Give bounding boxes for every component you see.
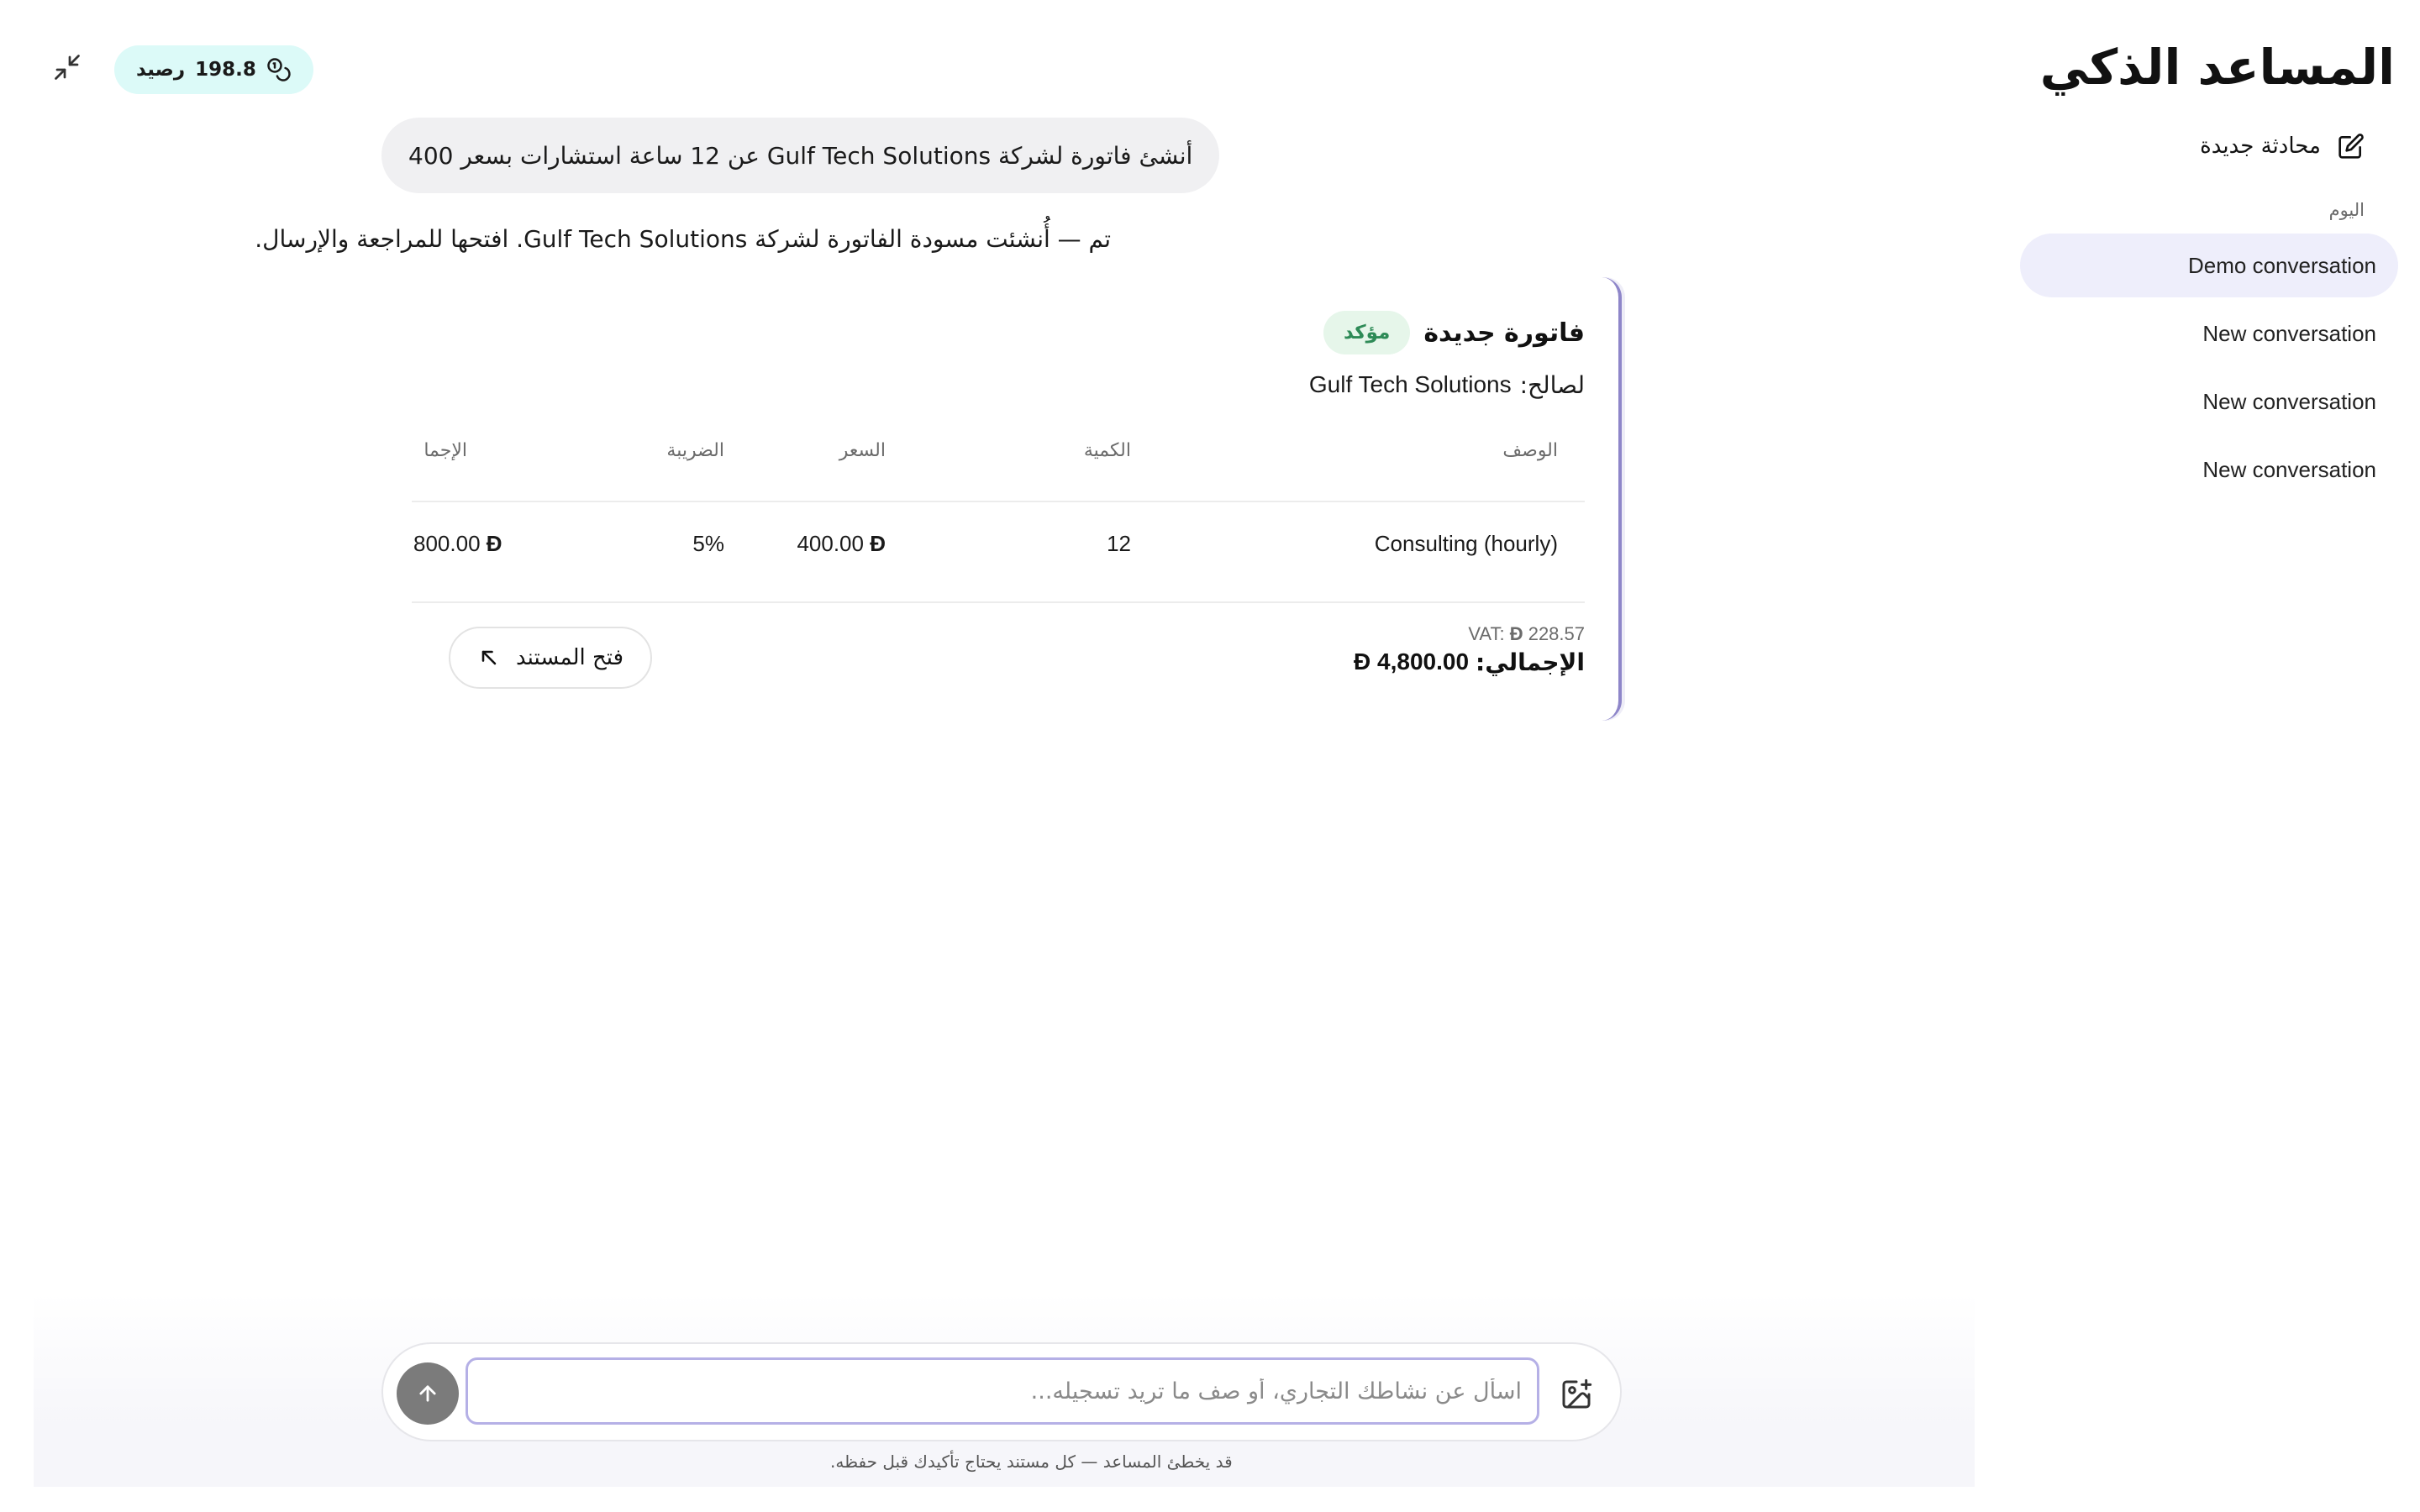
table-row: Consulting (hourly) 12 400.00 Đ 5% 800.0… bbox=[412, 502, 1585, 603]
arrow-up-left-icon bbox=[481, 650, 497, 665]
app-title: المساعد الذكي bbox=[2039, 39, 2396, 96]
table-header-row: الوصف الكمية السعر الضريبة الإجما bbox=[412, 440, 1585, 502]
new-chat-label: محادثة جديدة bbox=[2200, 134, 2321, 159]
send-button[interactable] bbox=[397, 1362, 459, 1425]
item-description: Consulting (hourly) bbox=[1374, 531, 1558, 556]
dirham-icon: Đ bbox=[486, 531, 502, 556]
invoice-title: فاتورة جديدة bbox=[1423, 318, 1585, 348]
sidebar: المساعد الذكي محادثة جديدة اليوم Demo co… bbox=[1966, 0, 2420, 1512]
vat-label: VAT: bbox=[1468, 623, 1505, 644]
collapse-icon[interactable] bbox=[52, 52, 82, 82]
user-message-text: أنشئ فاتورة لشركة Gulf Tech Solutions عن… bbox=[408, 141, 1193, 170]
customer-name: Gulf Tech Solutions bbox=[1308, 371, 1512, 397]
item-price: 400.00 Đ bbox=[797, 531, 886, 557]
arrow-up-icon bbox=[419, 1385, 436, 1402]
credit-badge[interactable]: 198.8 رصيد bbox=[114, 45, 313, 94]
open-document-label: فتح المستند bbox=[516, 645, 624, 670]
dirham-icon: Đ bbox=[1509, 623, 1523, 644]
conversation-item-demo[interactable]: Demo conversation bbox=[2020, 234, 2398, 297]
credit-value: 198.8 bbox=[195, 59, 256, 81]
message-composer bbox=[381, 1342, 1622, 1441]
user-message-bubble: أنشئ فاتورة لشركة Gulf Tech Solutions عن… bbox=[381, 118, 1220, 193]
invoice-customer: لصالح: Gulf Tech Solutions bbox=[1309, 371, 1585, 399]
status-badge: مؤكد bbox=[1323, 311, 1411, 354]
credit-label: رصيد bbox=[136, 59, 186, 81]
section-label-today: اليوم bbox=[2328, 200, 2365, 220]
invoice-card: فاتورة جديدة مؤكد لصالح: Gulf Tech Solut… bbox=[412, 277, 1622, 721]
invoice-items-table: الوصف الكمية السعر الضريبة الإجما Consul… bbox=[412, 440, 1585, 603]
column-header-total: الإجما bbox=[424, 440, 467, 461]
conversation-item[interactable]: New conversation bbox=[2020, 438, 2398, 501]
item-price-value: 400.00 bbox=[797, 531, 864, 556]
coins-icon bbox=[267, 58, 291, 81]
message-input[interactable] bbox=[466, 1357, 1539, 1425]
conversation-list: Demo conversation New conversation New c… bbox=[2020, 234, 2398, 506]
assistant-message-text: تم — أُنشئت مسودة الفاتورة لشركة Gulf Te… bbox=[255, 225, 1111, 253]
edit-icon bbox=[2338, 134, 2364, 159]
grand-total-amount: Đ 4,800.00 bbox=[1354, 648, 1469, 676]
column-header-tax: الضريبة bbox=[666, 440, 724, 461]
grand-total-line: الإجمالي: Đ 4,800.00 bbox=[1354, 648, 1585, 676]
vat-line: VAT: Đ 228.57 bbox=[1354, 623, 1585, 645]
customer-prefix: لصالح: bbox=[1519, 371, 1585, 399]
new-chat-button[interactable]: محادثة جديدة bbox=[2200, 133, 2365, 160]
invoice-totals: VAT: Đ 228.57 الإجمالي: Đ 4,800.00 bbox=[1354, 623, 1585, 676]
disclaimer-text: قد يخطئ المساعد — كل مستند يحتاج تأكيدك … bbox=[830, 1452, 1233, 1472]
item-total: 800.00 Đ bbox=[413, 531, 502, 557]
column-header-quantity: الكمية bbox=[1083, 440, 1131, 461]
chat-main: 198.8 رصيد أنشئ فاتورة لشركة Gulf Tech S… bbox=[34, 0, 1975, 1512]
open-document-button[interactable]: فتح المستند bbox=[449, 627, 653, 689]
item-quantity: 12 bbox=[1107, 531, 1131, 556]
column-header-description: الوصف bbox=[1502, 440, 1558, 461]
item-tax: 5% bbox=[692, 531, 724, 556]
dirham-icon: Đ bbox=[870, 531, 886, 556]
column-header-price: السعر bbox=[839, 440, 886, 461]
grand-total-value: 4,800.00 bbox=[1377, 648, 1470, 675]
image-attach-icon[interactable] bbox=[1560, 1378, 1593, 1411]
grand-total-label: الإجمالي: bbox=[1476, 648, 1585, 676]
item-total-value: 800.00 bbox=[413, 531, 481, 556]
dirham-icon: Đ bbox=[1354, 648, 1371, 675]
vat-value: 228.57 bbox=[1528, 623, 1585, 644]
conversation-item[interactable]: New conversation bbox=[2020, 302, 2398, 365]
invoice-card-header: فاتورة جديدة مؤكد bbox=[1323, 311, 1585, 354]
conversation-item[interactable]: New conversation bbox=[2020, 370, 2398, 433]
